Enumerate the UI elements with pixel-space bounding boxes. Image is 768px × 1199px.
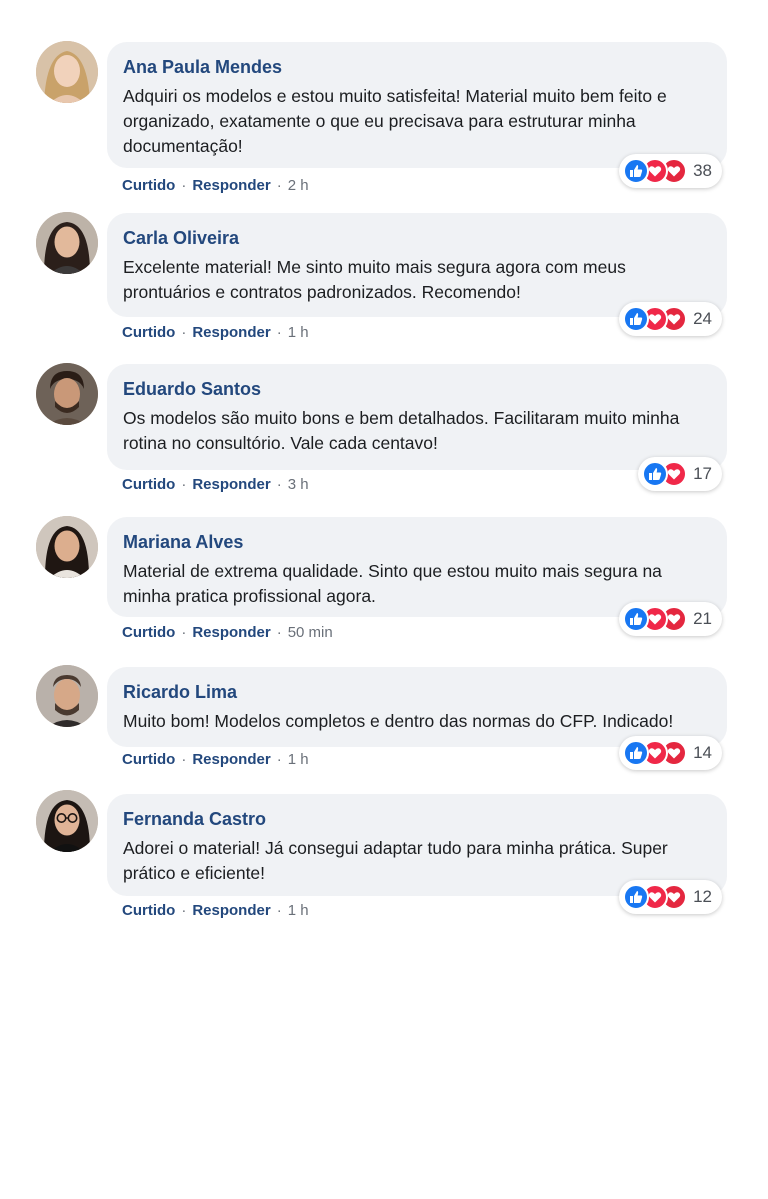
author-name[interactable]: Mariana Alves xyxy=(123,531,709,553)
comment-bubble: Ana Paula Mendes Adquiri os modelos e es… xyxy=(107,42,727,168)
avatar[interactable] xyxy=(36,363,98,425)
like-icon xyxy=(642,461,669,487)
like-link[interactable]: Curtido xyxy=(122,624,175,641)
reaction-count: 14 xyxy=(693,743,712,762)
timestamp[interactable]: 2 h xyxy=(288,177,309,194)
comment-text: Muito bom! Modelos completos e dentro da… xyxy=(123,711,674,731)
comment-text: Material de extrema qualidade. Sinto que… xyxy=(123,561,662,606)
comment-text: Adquiri os modelos e estou muito satisfe… xyxy=(123,86,667,156)
like-link[interactable]: Curtido xyxy=(122,902,175,919)
separator: · xyxy=(181,624,187,641)
avatar[interactable] xyxy=(36,41,98,103)
reaction-count: 24 xyxy=(693,309,712,328)
reply-link[interactable]: Responder xyxy=(192,751,270,768)
timestamp[interactable]: 1 h xyxy=(288,902,309,919)
like-link[interactable]: Curtido xyxy=(122,476,175,493)
timestamp[interactable]: 3 h xyxy=(288,476,309,493)
reaction-icons xyxy=(623,606,688,632)
comment-actions: Curtido · Responder · 50 min xyxy=(122,624,333,642)
separator: · xyxy=(276,751,282,768)
comment-actions: Curtido · Responder · 1 h xyxy=(122,751,309,769)
like-link[interactable]: Curtido xyxy=(122,324,175,341)
reaction-icons xyxy=(623,884,688,910)
author-name[interactable]: Eduardo Santos xyxy=(123,378,709,400)
reactions-badge[interactable]: 38 xyxy=(619,154,722,188)
author-name[interactable]: Carla Oliveira xyxy=(123,227,709,249)
like-icon xyxy=(623,306,650,332)
comment-text: Os modelos são muito bons e bem detalhad… xyxy=(123,408,680,453)
reaction-icons xyxy=(642,461,688,487)
like-link[interactable]: Curtido xyxy=(122,177,175,194)
reply-link[interactable]: Responder xyxy=(192,902,270,919)
separator: · xyxy=(276,177,282,194)
avatar[interactable] xyxy=(36,790,98,852)
like-link[interactable]: Curtido xyxy=(122,751,175,768)
author-name[interactable]: Ricardo Lima xyxy=(123,681,709,703)
separator: · xyxy=(181,751,187,768)
reply-link[interactable]: Responder xyxy=(192,476,270,493)
reaction-icons xyxy=(623,740,688,766)
avatar[interactable] xyxy=(36,516,98,578)
separator: · xyxy=(276,902,282,919)
separator: · xyxy=(276,624,282,641)
comment-bubble: Ricardo Lima Muito bom! Modelos completo… xyxy=(107,667,727,747)
reaction-icons xyxy=(623,158,688,184)
comment-actions: Curtido · Responder · 1 h xyxy=(122,902,309,920)
comment-actions: Curtido · Responder · 2 h xyxy=(122,177,309,195)
author-name[interactable]: Ana Paula Mendes xyxy=(123,56,709,78)
comment-actions: Curtido · Responder · 3 h xyxy=(122,476,309,494)
like-icon xyxy=(623,740,650,766)
reactions-badge[interactable]: 21 xyxy=(619,602,722,636)
separator: · xyxy=(276,324,282,341)
author-name[interactable]: Fernanda Castro xyxy=(123,808,709,830)
separator: · xyxy=(276,476,282,493)
reply-link[interactable]: Responder xyxy=(192,624,270,641)
like-icon xyxy=(623,884,650,910)
reaction-count: 12 xyxy=(693,887,712,906)
reply-link[interactable]: Responder xyxy=(192,177,270,194)
comment-text: Adorei o material! Já consegui adaptar t… xyxy=(123,838,668,883)
reactions-badge[interactable]: 17 xyxy=(638,457,722,491)
separator: · xyxy=(181,177,187,194)
like-icon xyxy=(623,158,650,184)
separator: · xyxy=(181,902,187,919)
reaction-count: 38 xyxy=(693,161,712,180)
avatar[interactable] xyxy=(36,212,98,274)
separator: · xyxy=(181,476,187,493)
reactions-badge[interactable]: 14 xyxy=(619,736,722,770)
avatar[interactable] xyxy=(36,665,98,727)
timestamp[interactable]: 50 min xyxy=(288,624,333,641)
timestamp[interactable]: 1 h xyxy=(288,324,309,341)
reactions-badge[interactable]: 12 xyxy=(619,880,722,914)
timestamp[interactable]: 1 h xyxy=(288,751,309,768)
separator: · xyxy=(181,324,187,341)
like-icon xyxy=(623,606,650,632)
reaction-count: 21 xyxy=(693,609,712,628)
comment-text: Excelente material! Me sinto muito mais … xyxy=(123,257,626,302)
comment-actions: Curtido · Responder · 1 h xyxy=(122,324,309,342)
reaction-icons xyxy=(623,306,688,332)
comment-bubble: Eduardo Santos Os modelos são muito bons… xyxy=(107,364,727,470)
reaction-count: 17 xyxy=(693,464,712,483)
reply-link[interactable]: Responder xyxy=(192,324,270,341)
reactions-badge[interactable]: 24 xyxy=(619,302,722,336)
